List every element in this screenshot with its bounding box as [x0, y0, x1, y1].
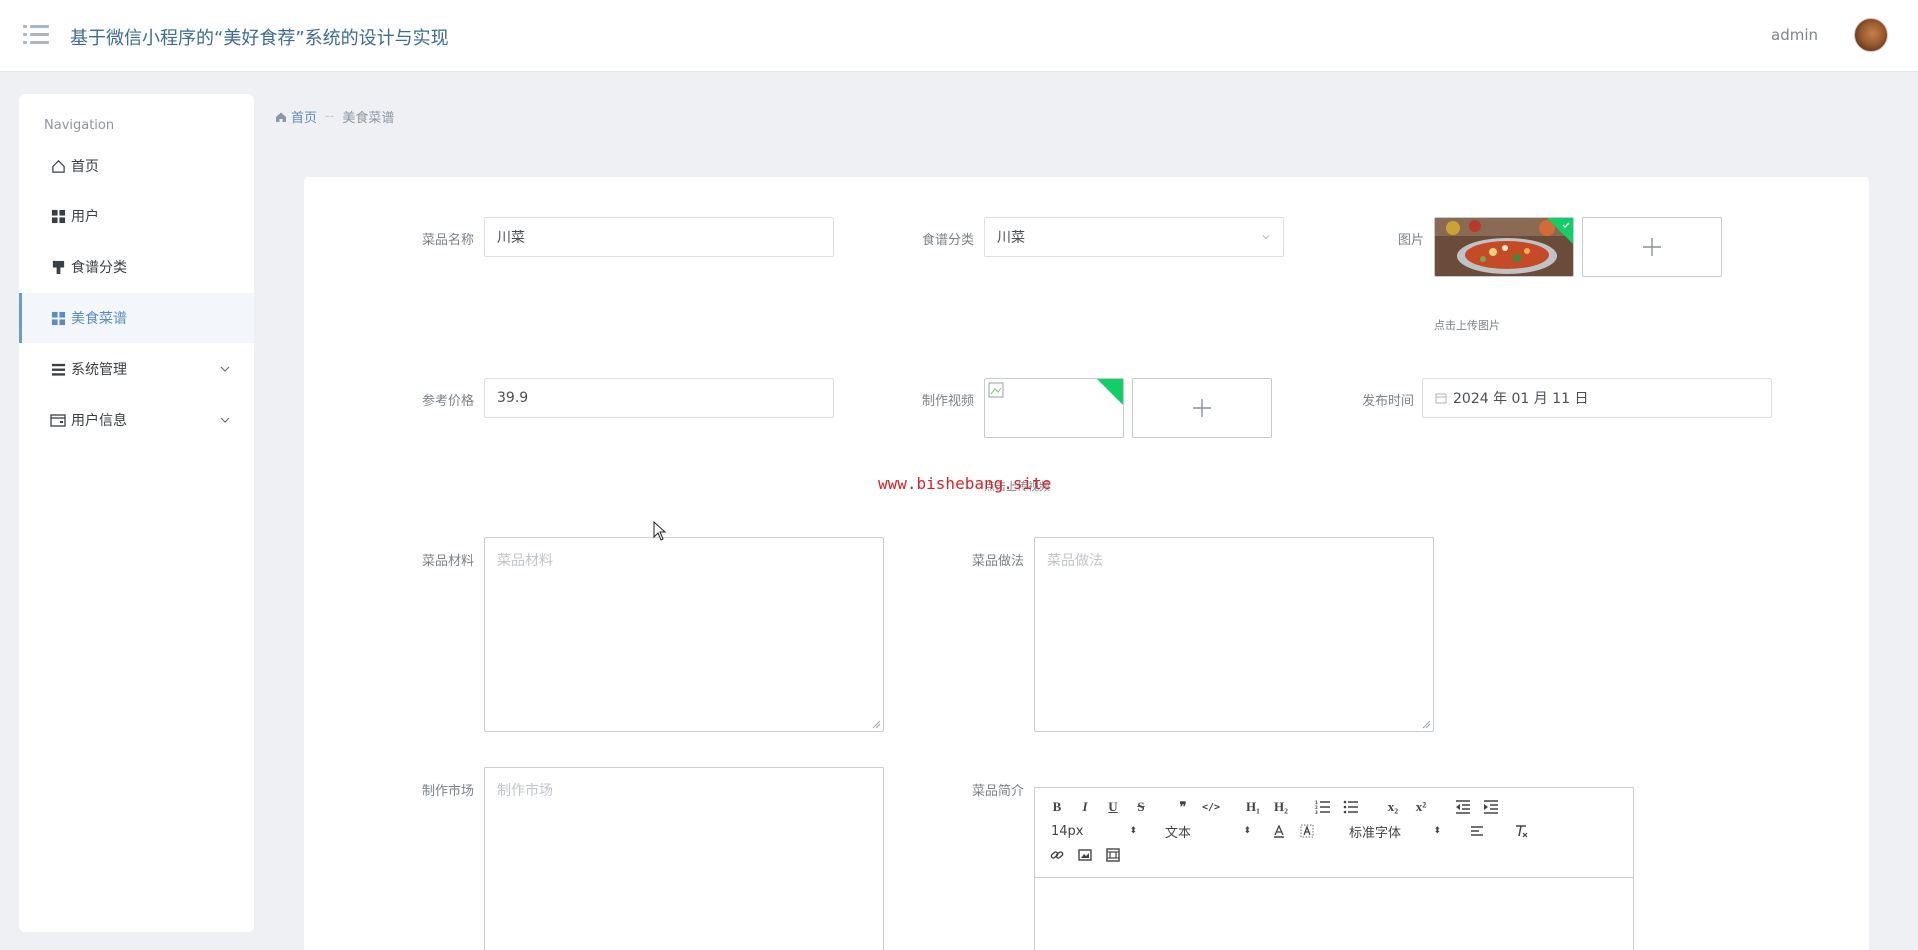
breadcrumb: 首页 -- 美食菜谱 — [275, 107, 394, 126]
ingredients-textarea[interactable]: 菜品材料 — [484, 537, 884, 732]
price-label: 参考价格 — [421, 394, 474, 409]
image-label: 图片 — [1397, 233, 1424, 248]
method-textarea[interactable]: 菜品做法 — [1034, 537, 1434, 732]
align-icon[interactable] — [1467, 822, 1487, 840]
clear-format-icon[interactable] — [1511, 822, 1531, 840]
sidebar-item-home[interactable]: 首页 — [19, 141, 254, 191]
underline-button[interactable]: U — [1103, 798, 1123, 816]
app-title: 基于微信小程序的“美好食荐”系统的设计与实现 — [70, 28, 449, 49]
background-color-icon[interactable] — [1297, 822, 1317, 840]
sidebar-item-label: 用户信息 — [71, 413, 127, 429]
menu-toggle-icon[interactable] — [23, 24, 49, 46]
uploaded-image-thumbnail[interactable] — [1434, 217, 1574, 277]
nav-caption: Navigation — [44, 118, 115, 133]
code-block-button[interactable]: </> — [1201, 798, 1221, 816]
mouse-cursor-icon — [653, 521, 667, 541]
link-icon[interactable] — [1047, 846, 1067, 864]
sidebar-item-label: 系统管理 — [71, 362, 127, 378]
strike-button[interactable]: S — [1131, 798, 1151, 816]
image-upload-hint: 点击上传图片 — [1434, 319, 1500, 332]
chevron-down-icon — [220, 366, 230, 372]
ingredients-label: 菜品材料 — [421, 554, 474, 569]
category-select[interactable]: 川菜 — [984, 217, 1284, 257]
header1-button[interactable]: H₁ — [1243, 798, 1263, 816]
sidebar-item-label: 用户 — [71, 209, 99, 225]
intro-rich-editor[interactable]: B I U S ❞ </> H₁ H₂ 123 x₂ x² 14px ⬍ 文本 ⬍ — [1034, 787, 1634, 950]
category-select-value: 川菜 — [997, 230, 1025, 246]
publish-time-label: 发布时间 — [1361, 394, 1414, 409]
resize-handle-icon[interactable] — [872, 720, 881, 729]
price-input[interactable]: 39.9 — [484, 378, 834, 418]
market-textarea[interactable]: 制作市场 — [484, 767, 884, 950]
username[interactable]: admin — [1771, 26, 1818, 44]
sidebar-item-label: 美食菜谱 — [71, 311, 127, 327]
list-icon — [50, 361, 66, 377]
home-icon — [50, 158, 66, 174]
calendar-icon — [1435, 393, 1447, 404]
grid-icon — [50, 208, 66, 224]
publish-date-value: 2024 年 01 月 11 日 — [1453, 391, 1589, 407]
bold-button[interactable]: B — [1047, 798, 1067, 816]
resize-handle-icon[interactable] — [1422, 720, 1431, 729]
blockquote-button[interactable]: ❞ — [1173, 798, 1193, 816]
indent-icon[interactable] — [1481, 798, 1501, 816]
image-upload-button[interactable] — [1582, 217, 1722, 277]
method-label: 菜品做法 — [971, 554, 1024, 569]
name-input[interactable]: 川菜 — [484, 217, 834, 257]
check-icon — [1562, 222, 1570, 228]
superscript-button[interactable]: x² — [1411, 798, 1431, 816]
ingredients-placeholder: 菜品材料 — [497, 553, 553, 569]
video-label: 制作视频 — [921, 394, 974, 409]
breadcrumb-separator: -- — [325, 109, 335, 124]
italic-button[interactable]: I — [1075, 798, 1095, 816]
sidebar: Navigation 首页 用户 食谱分类 美食菜谱 系统管理 用户信息 — [19, 94, 254, 932]
chevron-down-icon — [1262, 235, 1270, 240]
category-label: 食谱分类 — [921, 233, 974, 248]
image-icon[interactable] — [1075, 846, 1095, 864]
font-family-select[interactable]: 标准字体 ⬍ — [1349, 822, 1441, 841]
sidebar-item-user-info[interactable]: 用户信息 — [19, 395, 254, 445]
plus-icon — [1643, 238, 1661, 256]
watermark-text: www.bishebang.site — [878, 474, 1052, 493]
bullet-list-icon[interactable] — [1341, 798, 1361, 816]
method-placeholder: 菜品做法 — [1047, 553, 1103, 569]
home-icon — [276, 112, 286, 122]
breadcrumb-current: 美食菜谱 — [342, 111, 395, 126]
upload-success-badge — [1097, 379, 1123, 405]
uploaded-video-thumbnail[interactable] — [984, 378, 1124, 438]
sidebar-item-label: 首页 — [71, 159, 99, 175]
grid-icon — [50, 310, 66, 326]
font-color-icon[interactable] — [1269, 822, 1289, 840]
broken-image-icon — [988, 382, 1004, 398]
sidebar-item-label: 食谱分类 — [71, 260, 127, 276]
header2-button[interactable]: H₂ — [1271, 798, 1291, 816]
market-label: 制作市场 — [421, 784, 474, 799]
breadcrumb-home[interactable]: 首页 — [275, 107, 317, 126]
plus-icon — [1193, 399, 1211, 417]
sidebar-item-users[interactable]: 用户 — [19, 191, 254, 241]
outdent-icon[interactable] — [1453, 798, 1473, 816]
sidebar-item-system[interactable]: 系统管理 — [19, 344, 254, 394]
video-icon[interactable] — [1103, 846, 1123, 864]
header-select[interactable]: 文本 ⬍ — [1165, 822, 1251, 841]
card-icon — [50, 412, 66, 428]
publish-date-picker[interactable]: 2024 年 01 月 11 日 — [1422, 378, 1772, 418]
intro-label: 菜品简介 — [971, 784, 1024, 799]
market-placeholder: 制作市场 — [497, 783, 553, 799]
editor-toolbar: B I U S ❞ </> H₁ H₂ 123 x₂ x² 14px ⬍ 文本 ⬍ — [1035, 788, 1633, 878]
video-upload-button[interactable] — [1132, 378, 1272, 438]
name-label: 菜品名称 — [421, 233, 474, 248]
editor-content-area[interactable] — [1035, 878, 1633, 950]
ordered-list-icon[interactable]: 123 — [1313, 798, 1333, 816]
font-size-select[interactable]: 14px ⬍ — [1051, 822, 1137, 840]
avatar[interactable] — [1854, 18, 1888, 52]
sidebar-item-recipe-category[interactable]: 食谱分类 — [19, 242, 254, 292]
chevron-down-icon — [220, 417, 230, 423]
top-header: 基于微信小程序的“美好食荐”系统的设计与实现 admin — [0, 0, 1918, 72]
subscript-button[interactable]: x₂ — [1383, 798, 1403, 816]
sidebar-item-recipes[interactable]: 美食菜谱 — [19, 293, 254, 343]
svg-text:3: 3 — [1315, 810, 1318, 814]
brush-icon — [50, 259, 66, 275]
